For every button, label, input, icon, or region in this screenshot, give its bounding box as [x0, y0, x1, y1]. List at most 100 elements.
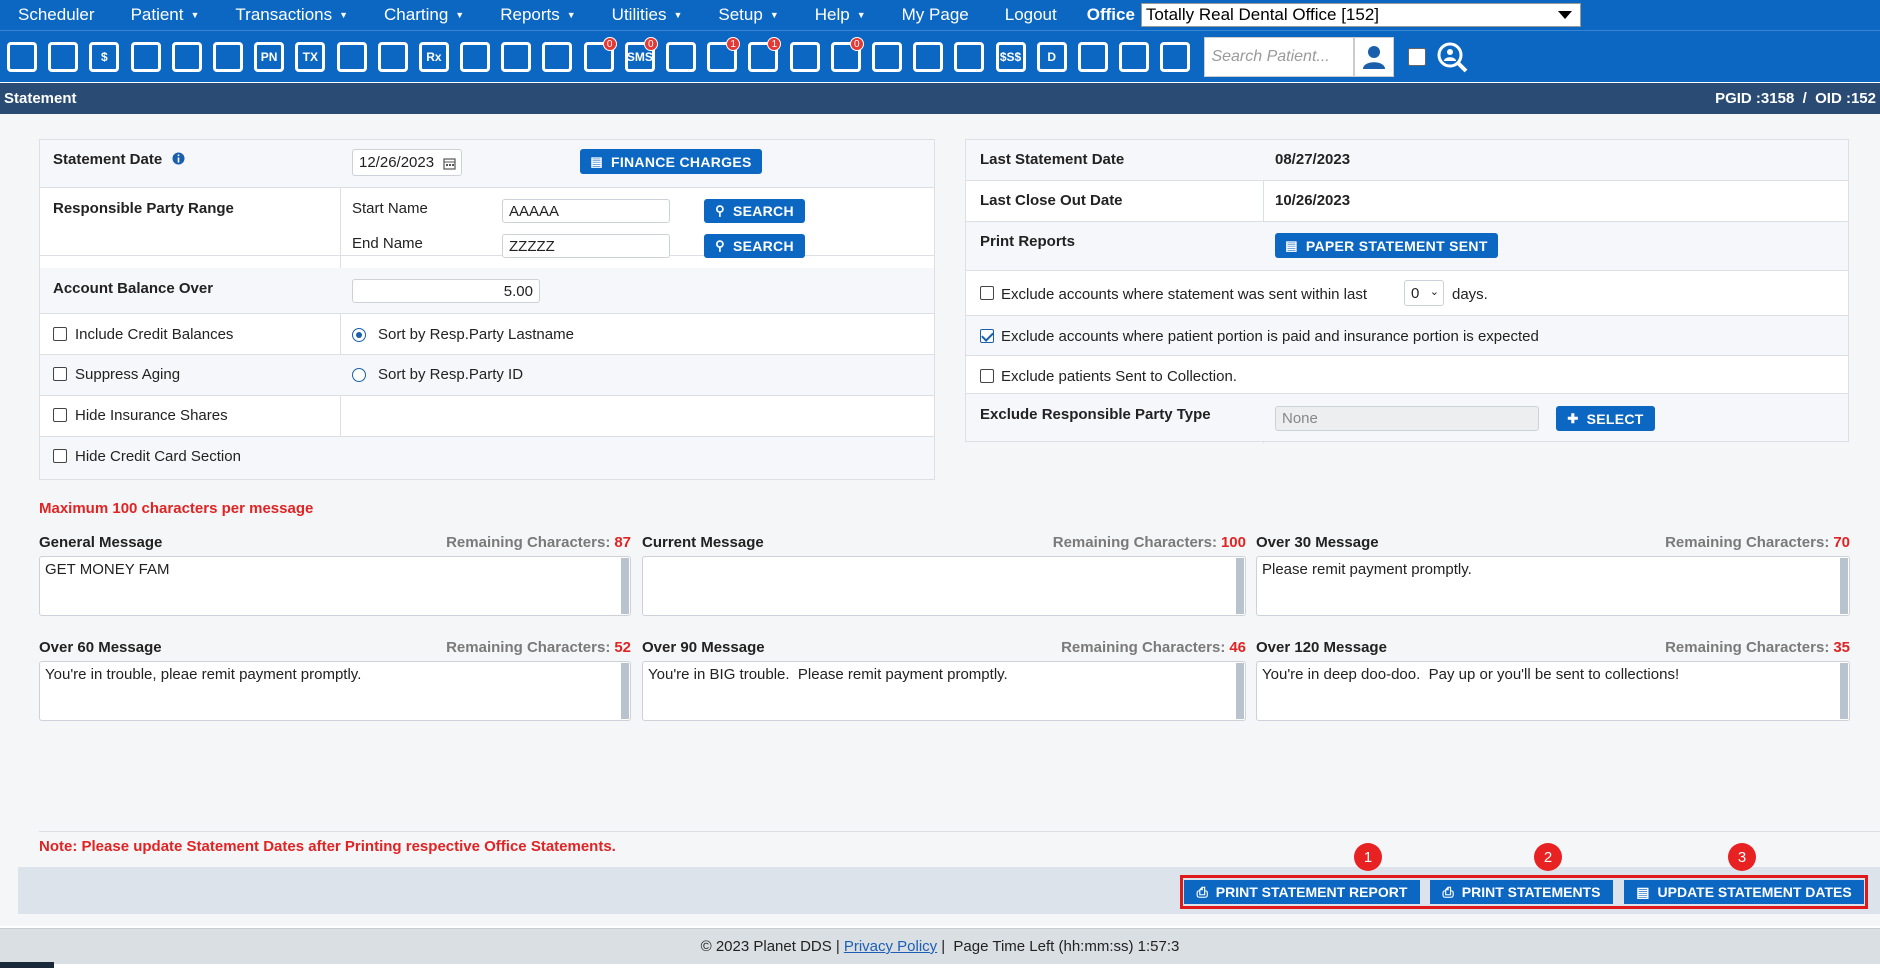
exclude-sent-days-select[interactable]: 0 ⌄ — [1404, 280, 1444, 306]
statement-date-input[interactable]: 12/26/2023 — [352, 149, 462, 176]
exclude-collection-checkbox[interactable] — [980, 369, 994, 383]
footer-strip — [0, 962, 54, 968]
textarea-scrollbar[interactable] — [1236, 663, 1244, 719]
teeth-button[interactable] — [208, 35, 248, 79]
hide-insurance-checkbox[interactable] — [53, 408, 67, 422]
toolbar-checkbox[interactable] — [1408, 47, 1427, 66]
clock-button[interactable] — [661, 35, 701, 79]
patient-search-button[interactable] — [1354, 36, 1395, 77]
days-label: days. — [1452, 286, 1488, 303]
progress-notes-button[interactable]: PN — [249, 35, 289, 79]
web-patient-button[interactable]: 1 — [702, 35, 742, 79]
menu-item-setup[interactable]: Setup ▼ — [700, 0, 796, 30]
insurance-forward-icon — [954, 41, 985, 72]
edit-button[interactable] — [126, 35, 166, 79]
print-statements-button[interactable]: ⎙ PRINT STATEMENTS — [1430, 880, 1613, 904]
exclude-paid-checkbox[interactable] — [980, 329, 994, 343]
end-name-search-button[interactable]: ⚲ SEARCH — [704, 234, 805, 258]
end-name-input[interactable]: ZZZZZ — [502, 234, 670, 258]
menu-item-transactions[interactable]: Transactions ▼ — [217, 0, 366, 30]
message-textarea[interactable]: You're in deep doo-doo. Pay up or you'll… — [1256, 661, 1850, 721]
exclude-sent-checkbox[interactable] — [980, 286, 994, 300]
message-label: General Message — [39, 534, 163, 551]
daysheet-button[interactable]: D — [1032, 35, 1072, 79]
analytics-button[interactable] — [1114, 35, 1154, 79]
insurance-forward-button[interactable] — [949, 35, 989, 79]
add-family-button[interactable] — [373, 35, 413, 79]
mail-button[interactable] — [537, 35, 577, 79]
menu-item-scheduler[interactable]: Scheduler — [0, 0, 113, 30]
search-patient-input[interactable]: Search Patient... — [1204, 36, 1355, 77]
remaining-label: Remaining Characters: — [1665, 534, 1830, 551]
print-button[interactable] — [908, 35, 948, 79]
menu-item-help[interactable]: Help ▼ — [797, 0, 884, 30]
sort-id-radio[interactable] — [352, 368, 366, 382]
textarea-scrollbar[interactable] — [621, 558, 629, 614]
messages-button[interactable]: 0 — [579, 35, 619, 79]
tooth-button[interactable] — [167, 35, 207, 79]
add-patient-button[interactable] — [332, 35, 372, 79]
finance-button[interactable]: $ — [84, 35, 124, 79]
menu-item-patient[interactable]: Patient ▼ — [113, 0, 218, 30]
statement-options-table: Statement Date 12/26/2023 ▤ FINANCE CHAR… — [39, 139, 935, 480]
treatment-button[interactable]: TX — [290, 35, 330, 79]
paper-statement-sent-button[interactable]: ▤ PAPER STATEMENT SENT — [1275, 233, 1498, 258]
textarea-scrollbar[interactable] — [1840, 663, 1848, 719]
suppress-aging-checkbox[interactable] — [53, 367, 67, 381]
document-button[interactable] — [496, 35, 536, 79]
sms-button[interactable]: SMS 0 — [620, 35, 660, 79]
content-area: Statement Date 12/26/2023 ▤ FINANCE CHAR… — [0, 114, 1880, 926]
sync-button[interactable]: 1 — [743, 35, 783, 79]
message-textarea[interactable] — [642, 556, 1246, 616]
caret-down-icon: ▼ — [455, 10, 465, 20]
textarea-scrollbar[interactable] — [1236, 558, 1244, 614]
print-icon: ⎙ — [1442, 883, 1454, 900]
search-placeholder: Search Patient... — [1211, 47, 1330, 65]
menu-item-reports[interactable]: Reports ▼ — [482, 0, 593, 30]
forms-button[interactable]: 0 — [826, 35, 866, 79]
notes-button[interactable] — [455, 35, 495, 79]
privacy-policy-link[interactable]: Privacy Policy — [844, 938, 937, 955]
insurance-payment-button[interactable]: $S$ — [991, 35, 1031, 79]
message-textarea[interactable]: GET MONEY FAM — [39, 556, 631, 616]
start-name-search-button[interactable]: ⚲ SEARCH — [704, 199, 805, 223]
account-balance-input[interactable]: 5.00 — [352, 279, 540, 303]
collapse-button[interactable] — [1155, 35, 1195, 79]
select-resp-type-button[interactable]: ✚ SELECT — [1556, 406, 1655, 431]
globe-button[interactable] — [785, 35, 825, 79]
textarea-scrollbar[interactable] — [1840, 558, 1848, 614]
menu-item-my-page[interactable]: My Page — [884, 0, 987, 30]
remaining-characters: Remaining Characters: 70 — [1550, 534, 1850, 551]
calendar-button[interactable] — [43, 35, 83, 79]
group-button[interactable] — [867, 35, 907, 79]
menu-item-charting[interactable]: Charting ▼ — [366, 0, 482, 30]
menu-item-utilities[interactable]: Utilities ▼ — [594, 0, 701, 30]
textarea-scrollbar[interactable] — [621, 663, 629, 719]
start-name-input[interactable]: AAAAA — [502, 199, 670, 223]
info-icon[interactable] — [172, 152, 185, 165]
include-credit-checkbox[interactable] — [53, 327, 67, 341]
message-textarea[interactable]: You're in BIG trouble. Please remit paym… — [642, 661, 1246, 721]
exclude-resp-type-input[interactable]: None — [1275, 406, 1539, 431]
sort-lastname-radio[interactable] — [352, 328, 366, 342]
insurance-payment-icon: $S$ — [995, 41, 1026, 72]
hide-credit-card-checkbox[interactable] — [53, 449, 67, 463]
message-textarea[interactable]: You're in trouble, pleae remit payment p… — [39, 661, 631, 721]
clock-icon — [666, 41, 696, 72]
network-button[interactable] — [1073, 35, 1113, 79]
message-label: Over 120 Message — [1256, 639, 1387, 656]
end-name-value: ZZZZZ — [509, 237, 555, 255]
advanced-search-button[interactable] — [1432, 35, 1472, 79]
exclude-paid-label: Exclude accounts where patient portion i… — [1001, 328, 1539, 345]
finance-charges-button[interactable]: ▤ FINANCE CHARGES — [580, 149, 762, 174]
office-select[interactable]: Totally Real Dental Office [152] — [1140, 3, 1581, 27]
last-close-label: Last Close Out Date — [980, 192, 1123, 209]
menu-item-logout[interactable]: Logout — [987, 0, 1075, 30]
home-button[interactable] — [2, 35, 42, 79]
update-dates-label: UPDATE STATEMENT DATES — [1657, 884, 1852, 900]
prescription-button[interactable]: Rx — [414, 35, 454, 79]
print-statement-report-button[interactable]: ⎙ PRINT STATEMENT REPORT — [1184, 880, 1420, 904]
message-textarea[interactable]: Please remit payment promptly. — [1256, 556, 1850, 616]
update-statement-dates-button[interactable]: ▤ UPDATE STATEMENT DATES — [1624, 880, 1864, 904]
calendar-icon[interactable] — [443, 157, 456, 170]
